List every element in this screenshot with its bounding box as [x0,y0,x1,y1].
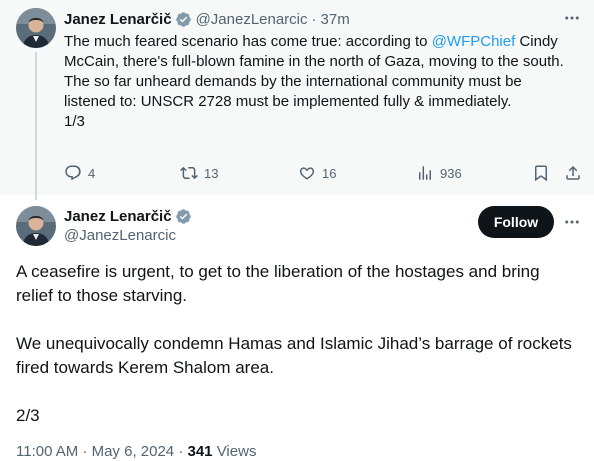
tweet-paragraph: We unequivocally condemn Hamas and Islam… [16,334,572,377]
share-button[interactable] [564,163,582,183]
tweet-text: A ceasefire is urgent, to get to the lib… [16,260,576,428]
tweet-paragraph: 2/3 [16,406,40,425]
share-icon [566,165,580,180]
tweet-actions: 4 13 16 936 [64,163,584,183]
tweet-paragraph: A ceasefire is urgent, to get to the lib… [16,262,540,305]
verified-badge-icon[interactable] [175,11,192,28]
reply-button[interactable]: 4 [64,163,95,183]
separator-dot: · [174,443,188,460]
author-handle[interactable]: @JanezLenarcic [196,11,308,28]
reply-count: 4 [88,165,96,181]
bookmark-icon [535,165,547,182]
author-name-row: Janez Lenarčič [64,206,196,226]
tweet-paragraph [16,308,576,332]
tweet-text: The much feared scenario has come true: … [64,32,564,132]
like-button[interactable]: 16 [298,163,336,183]
tweet-paragraph [16,380,576,404]
repost-button[interactable]: 13 [180,163,218,183]
author-handle[interactable]: @JanezLenarcic [64,226,196,246]
views-count: 341 [187,443,213,460]
separator-dot: · [311,10,317,28]
tweet-paragraph: The so far unheard demands by the intern… [64,73,522,110]
like-count: 16 [322,165,337,181]
tweet-paragraph: 1/3 [64,113,85,130]
repost-icon [180,166,198,180]
more-icon[interactable] [562,8,582,28]
author-name[interactable]: Janez Lenarčič [64,208,172,225]
tweet-meta: 11:00 AM · May 6, 2024 · 341 Views [16,443,256,460]
tweet-timestamp[interactable]: 11:00 AM · May 6, 2024 [16,443,174,460]
avatar-image [16,206,56,246]
analytics-icon [419,166,431,180]
tweet-paragraph: The much feared scenario has come true: … [64,32,564,72]
author-name[interactable]: Janez Lenarčič [64,11,172,28]
tweet-text-part: The much feared scenario has come true: … [64,33,432,50]
more-icon[interactable] [562,212,582,232]
reply-icon [65,165,81,181]
tweet-header: Janez Lenarčič @JanezLenarcic · 37m [64,9,350,29]
tweet-header: Janez Lenarčič @JanezLenarcic [64,206,196,246]
avatar[interactable] [16,8,56,48]
follow-button[interactable]: Follow [478,206,554,238]
views-count: 936 [440,165,462,181]
mention-link[interactable]: @WFPChief [432,33,516,50]
thread-connector-line [35,52,37,200]
tweet-time[interactable]: 37m [321,11,350,28]
heart-icon [299,167,315,180]
views-button[interactable]: 936 [416,163,462,183]
views-label: Views [212,443,257,460]
avatar[interactable] [16,206,56,246]
bookmark-button[interactable] [532,163,550,183]
verified-badge-icon[interactable] [175,208,192,225]
repost-count: 13 [204,165,219,181]
avatar-image [16,8,56,48]
